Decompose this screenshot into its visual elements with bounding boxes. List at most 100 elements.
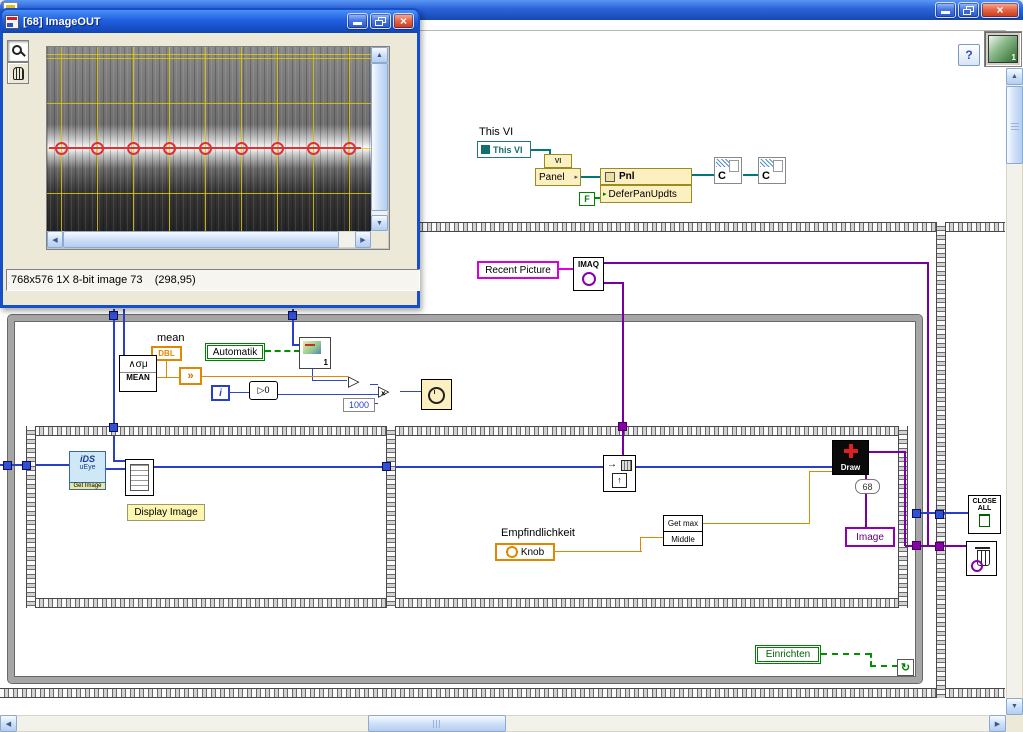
image-scroll-up-button[interactable]: ▲ [371,47,388,63]
class-hatch-icon [716,159,730,167]
main-restore-button[interactable] [958,2,979,18]
constant-68[interactable]: 68 [855,479,880,494]
wire-thisvi-panel [531,149,551,151]
image-processing-node[interactable]: → ↑ [603,455,636,492]
outer-sequence-frame-divider[interactable] [936,222,946,698]
loop-condition-terminal[interactable]: ↻ [897,659,914,676]
loop-tunnel-right-purple[interactable] [912,541,921,550]
empfindlichkeit-label[interactable]: Empfindlichkeit [501,527,575,539]
dispose-image-node[interactable] [966,541,997,576]
wait-ms-icon[interactable] [421,379,452,410]
loop-tunnel-left[interactable] [3,461,12,470]
draw-node[interactable]: Draw [832,440,869,475]
class-const-text: C [762,170,770,182]
panel-property-node[interactable]: Panel ▸ [535,168,581,186]
loop-tunnel-top-2[interactable] [288,311,297,320]
mean-node[interactable]: ∧σμ MEAN [119,355,157,392]
image-variable[interactable]: Image [845,527,895,547]
knob-variable[interactable]: Knob [495,543,555,561]
main-scroll-down-button[interactable]: ▼ [1006,698,1023,715]
compare-node[interactable]: ▷0 [249,381,278,400]
iteration-terminal[interactable]: i [211,385,230,401]
this-vi-label[interactable]: This VI [479,126,513,138]
wire-tri1-tri2 [370,384,378,385]
display-image-label[interactable]: Display Image [127,504,205,521]
class-constant-1[interactable]: C [714,157,742,184]
status-text: 768x576 1X 8-bit image 73 (298,95) [11,274,196,286]
image-scroll-down-button[interactable]: ▼ [371,215,388,231]
inner-sequence-right-border[interactable] [898,426,908,608]
wire-knob-unbundle [640,537,664,538]
close-all-node[interactable]: CLOSE ALL [968,495,1001,534]
main-vertical-scroll-thumb[interactable] [1006,86,1023,164]
einrichten-text: Einrichten [765,649,811,660]
image-vertical-scroll-thumb[interactable] [371,63,388,211]
context-help-button[interactable]: ? [958,44,980,66]
invoke-param-text: DeferPanUpdts [608,188,677,200]
ids-text-2: uEye [79,464,96,471]
zoom-tool-button[interactable] [7,40,29,62]
pan-tool-button[interactable] [7,62,29,84]
main-close-button[interactable]: × [981,2,1019,18]
inner-sequence-frame-divider[interactable] [386,426,396,608]
invoke-node-header[interactable]: Pnl [600,168,692,185]
image-horizontal-scroll-thumb[interactable] [63,231,339,248]
sequence-tunnel-image[interactable] [618,422,627,431]
main-scroll-right-button[interactable]: ▶ [989,715,1006,732]
main-minimize-button[interactable] [935,2,956,18]
roi-circle-layer [47,47,371,231]
invoke-node-param[interactable]: ▸ DeferPanUpdts [600,185,692,203]
panel-property-icon[interactable]: VI [544,154,572,168]
ids-ueye-get-image-node[interactable]: iDS uEye Get Image [69,451,106,490]
class-constant-2[interactable]: C [758,157,786,184]
scrollbar-corner [1006,715,1023,732]
this-vi-text: This VI [493,144,523,155]
method-icon [605,171,615,182]
loop-tunnel-right-blue[interactable] [912,509,921,518]
conversion-node[interactable]: » [179,367,202,385]
roi-circle [343,142,356,155]
sequence-tunnel-divider[interactable] [382,462,391,471]
image-scroll-left-button[interactable]: ◀ [47,231,63,248]
unbundle-node[interactable]: Get max Middle [663,515,703,546]
main-horizontal-scroll-thumb[interactable] [368,715,506,732]
outer-sequence-bottom-border[interactable] [0,688,1005,698]
outer-tunnel-blue[interactable] [935,510,944,519]
outer-tunnel-purple[interactable] [935,542,944,551]
roi-circle [271,142,284,155]
this-vi-constant[interactable]: This VI [477,141,531,158]
imageout-minimize-button[interactable] [347,13,368,29]
inner-sequence-left-border[interactable] [26,426,36,608]
imageout-close-button[interactable]: × [393,13,414,29]
image-display-terminal[interactable] [125,459,154,496]
sequence-tunnel-top[interactable] [109,423,118,432]
imageout-titlebar[interactable]: [68] ImageOUT × [2,10,418,33]
function-triangle-1[interactable]: ▷ [348,374,360,389]
mean-label[interactable]: mean [157,332,185,344]
imageout-restore-button[interactable] [370,13,391,29]
automatik-variable[interactable]: Automatik [205,343,265,361]
recent-picture-variable[interactable]: Recent Picture [477,261,559,279]
wire-einrichten-1 [821,653,871,655]
sub-vi-icon[interactable]: 1 [299,337,331,369]
constant-1000[interactable]: 1000 [343,398,375,412]
loop-tunnel-top-1[interactable] [109,311,118,320]
main-scroll-left-button[interactable]: ◀ [0,715,17,732]
einrichten-variable[interactable]: Einrichten [755,645,821,664]
cluster-grid-icon [130,464,149,491]
vi-icon[interactable]: 1 [984,31,1022,67]
unbundle-row-getmax[interactable]: Get max [664,516,702,532]
image-scroll-right-button[interactable]: ▶ [355,231,371,248]
unbundle-row-middle[interactable]: Middle [664,532,702,546]
conversion-glyph: » [187,370,194,382]
inner-sequence-bottom-border[interactable] [26,598,908,608]
watch-face-icon [428,387,445,404]
imaq-create-node[interactable]: IMAQ [573,257,604,291]
boolean-false-constant[interactable]: F [579,192,595,206]
main-scroll-up-button[interactable]: ▲ [1006,68,1023,85]
image-canvas[interactable] [47,47,371,231]
sequence-tunnel-left[interactable] [22,461,31,470]
inner-sequence-top-border[interactable] [26,426,908,436]
wire-express-tri [312,380,347,381]
image-variable-text: Image [856,531,884,543]
